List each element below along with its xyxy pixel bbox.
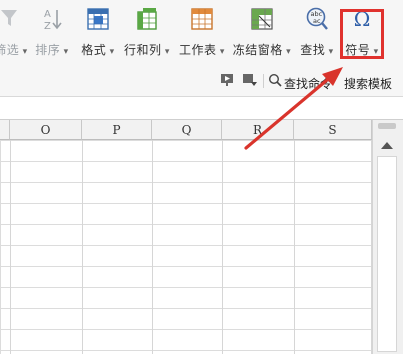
worksheet-icon bbox=[189, 6, 215, 32]
svg-text:Z: Z bbox=[44, 21, 51, 32]
column-header-s[interactable]: S bbox=[294, 120, 372, 140]
rows-columns-button[interactable]: 行和列 bbox=[122, 6, 172, 62]
filter-label: 筛选 bbox=[0, 41, 28, 58]
vertical-scrollbar[interactable] bbox=[372, 120, 403, 354]
worksheet-button[interactable]: 工作表 bbox=[176, 6, 228, 62]
find-label: 查找 bbox=[296, 41, 338, 58]
worksheet-label: 工作表 bbox=[176, 41, 228, 58]
column-header-r[interactable]: R bbox=[222, 120, 294, 140]
scroll-up-arrow-icon[interactable] bbox=[381, 142, 393, 149]
column-header-q[interactable]: Q bbox=[152, 120, 222, 140]
present-icon[interactable] bbox=[220, 72, 234, 92]
filter-icon bbox=[0, 6, 24, 32]
cell-area[interactable] bbox=[0, 140, 372, 354]
scrollbar-track[interactable] bbox=[377, 156, 397, 352]
ribbon-toolbar: 筛选 A Z 排序 格式 bbox=[0, 0, 403, 97]
format-button[interactable]: 格式 bbox=[78, 6, 118, 62]
format-cells-icon bbox=[85, 6, 111, 32]
sort-button[interactable]: A Z 排序 bbox=[30, 6, 74, 62]
filter-button[interactable]: 筛选 bbox=[0, 6, 28, 62]
column-header-partial[interactable] bbox=[0, 120, 10, 140]
freeze-panes-button[interactable]: 冻结窗格 bbox=[230, 6, 294, 62]
find-replace-icon: abc ac bbox=[304, 6, 330, 32]
formula-bar[interactable] bbox=[0, 97, 403, 120]
symbol-highlight-box bbox=[340, 9, 384, 59]
column-header-o[interactable]: O bbox=[10, 120, 82, 140]
rows-columns-icon bbox=[134, 6, 160, 32]
find-command-link[interactable]: 查找命令 bbox=[284, 75, 332, 95]
search-template-link[interactable]: 搜索模板 bbox=[344, 75, 392, 95]
freeze-panes-label: 冻结窗格 bbox=[230, 41, 294, 58]
format-label: 格式 bbox=[78, 41, 118, 58]
column-header-p[interactable]: P bbox=[82, 120, 152, 140]
search-icon bbox=[268, 72, 282, 92]
find-button[interactable]: abc ac 查找 bbox=[296, 6, 338, 62]
sort-label: 排序 bbox=[30, 41, 74, 58]
scrollbar-split-handle[interactable] bbox=[378, 123, 396, 129]
rows-columns-label: 行和列 bbox=[122, 41, 172, 58]
customize-toolbar-icon[interactable] bbox=[242, 72, 258, 92]
svg-text:A: A bbox=[44, 9, 51, 20]
spreadsheet-grid[interactable]: O P Q R S bbox=[0, 120, 372, 354]
freeze-panes-icon bbox=[249, 6, 275, 32]
svg-text:ac: ac bbox=[313, 17, 321, 25]
toolbar-divider bbox=[263, 74, 264, 88]
sort-az-icon: A Z bbox=[39, 6, 65, 32]
